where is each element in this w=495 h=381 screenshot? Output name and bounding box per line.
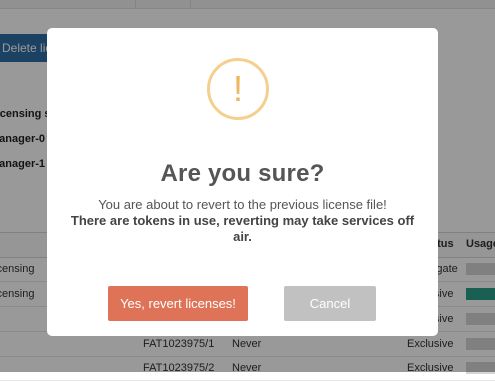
- confirm-revert-button[interactable]: Yes, revert licenses!: [108, 286, 248, 321]
- dialog-message: You are about to revert to the previous …: [98, 197, 387, 212]
- dialog-title: Are you sure?: [160, 160, 325, 187]
- cancel-button[interactable]: Cancel: [284, 286, 376, 321]
- warning-exclamation-icon: !: [207, 58, 269, 120]
- confirm-dialog: ! Are you sure? You are about to revert …: [47, 28, 438, 336]
- dialog-message-block: You are about to revert to the previous …: [61, 197, 424, 245]
- dialog-warning: There are tokens in use, reverting may t…: [70, 213, 415, 244]
